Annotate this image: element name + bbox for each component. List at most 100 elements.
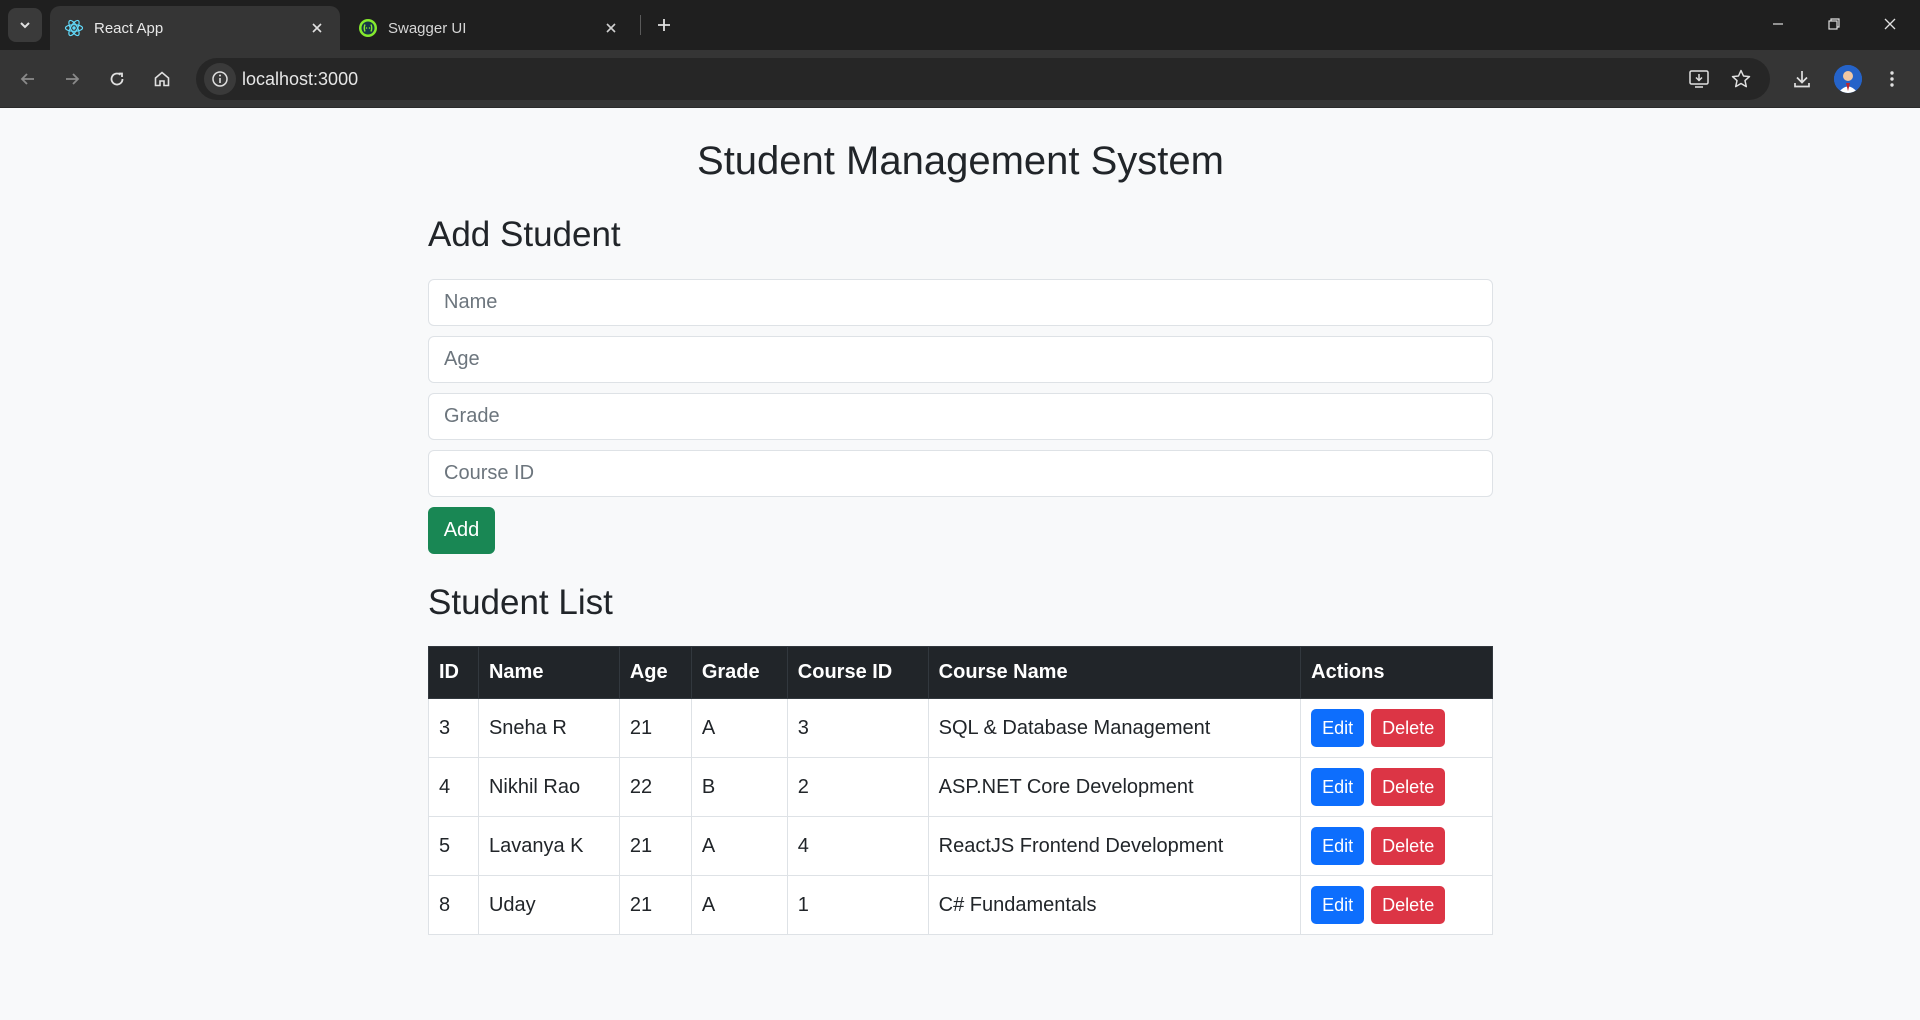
- back-button[interactable]: [10, 61, 46, 97]
- column-header-id: ID: [428, 646, 479, 699]
- column-header-actions: Actions: [1300, 646, 1493, 699]
- edit-button[interactable]: Edit: [1311, 709, 1365, 747]
- cell-course-name: SQL & Database Management: [927, 698, 1302, 758]
- tab-react-app[interactable]: React App: [50, 6, 340, 50]
- close-tab-icon[interactable]: [306, 17, 328, 39]
- tab-title: Swagger UI: [388, 19, 467, 37]
- tab-separator: [640, 15, 641, 35]
- cell-id: 5: [428, 816, 479, 876]
- cell-course-name: C# Fundamentals: [927, 875, 1302, 935]
- table-row: 5 Lavanya K 21 A 4 ReactJS Frontend Deve…: [428, 816, 1493, 876]
- url-text[interactable]: localhost:3000: [242, 69, 358, 90]
- star-icon: [1731, 69, 1751, 88]
- close-tab-icon[interactable]: [600, 17, 622, 39]
- cell-age: 22: [618, 757, 692, 817]
- info-icon: [212, 71, 228, 87]
- cell-course-id: 4: [786, 816, 929, 876]
- arrow-left-icon: [20, 73, 34, 85]
- reload-button[interactable]: [99, 61, 135, 97]
- cell-id: 4: [428, 757, 479, 817]
- cell-course-id: 3: [786, 698, 929, 758]
- cell-name: Nikhil Rao: [477, 757, 620, 817]
- new-tab-button[interactable]: [650, 11, 678, 39]
- cell-age: 21: [618, 698, 692, 758]
- arrow-right-icon: [66, 73, 80, 85]
- student-table: ID Name Age Grade Course ID Course Name …: [428, 646, 1493, 935]
- name-input[interactable]: [428, 279, 1493, 326]
- cell-name: Sneha R: [477, 698, 620, 758]
- age-input[interactable]: [428, 336, 1493, 383]
- avatar-icon: [1834, 65, 1862, 93]
- swagger-icon: [358, 18, 378, 38]
- home-icon: [154, 71, 170, 87]
- table-row: 8 Uday 21 A 1 C# Fundamentals Edit Delete: [428, 875, 1493, 935]
- course-id-input[interactable]: [428, 450, 1493, 497]
- table-header-row: ID Name Age Grade Course ID Course Name …: [428, 646, 1493, 699]
- minimize-button[interactable]: [1750, 0, 1806, 48]
- column-header-age: Age: [618, 646, 692, 699]
- add-student-heading: Add Student: [428, 215, 621, 254]
- cell-course-id: 2: [786, 757, 929, 817]
- column-header-course-name: Course Name: [927, 646, 1302, 699]
- minimize-icon: [1773, 23, 1783, 25]
- profile-avatar[interactable]: [1834, 65, 1862, 93]
- edit-button[interactable]: Edit: [1311, 886, 1365, 924]
- menu-button[interactable]: [1874, 61, 1910, 97]
- more-vert-icon: [1890, 71, 1894, 87]
- grade-input[interactable]: [428, 393, 1493, 440]
- delete-button[interactable]: Delete: [1371, 827, 1446, 865]
- forward-button[interactable]: [54, 61, 90, 97]
- home-button[interactable]: [144, 61, 180, 97]
- restore-button[interactable]: [1806, 0, 1862, 48]
- cell-grade: A: [690, 698, 788, 758]
- react-icon: [64, 18, 84, 38]
- cell-id: 8: [428, 875, 479, 935]
- cell-course-name: ASP.NET Core Development: [927, 757, 1302, 817]
- tab-title: React App: [94, 19, 164, 37]
- cell-id: 3: [428, 698, 479, 758]
- table-row: 3 Sneha R 21 A 3 SQL & Database Manageme…: [428, 698, 1493, 758]
- install-icon: [1689, 70, 1709, 88]
- tab-search-button[interactable]: [8, 8, 42, 42]
- downloads-button[interactable]: [1784, 61, 1820, 97]
- cell-actions: Edit Delete: [1300, 816, 1493, 876]
- delete-button[interactable]: Delete: [1371, 709, 1446, 747]
- site-info-button[interactable]: [204, 63, 236, 95]
- cell-actions: Edit Delete: [1300, 757, 1493, 817]
- column-header-name: Name: [477, 646, 620, 699]
- tab-swagger-ui[interactable]: Swagger UI: [344, 6, 634, 50]
- cell-grade: A: [690, 875, 788, 935]
- close-icon: [1884, 18, 1896, 30]
- delete-button[interactable]: Delete: [1371, 886, 1446, 924]
- cell-age: 21: [618, 875, 692, 935]
- cell-actions: Edit Delete: [1300, 875, 1493, 935]
- browser-tab-bar: React App Swagger UI: [0, 0, 1920, 50]
- plus-icon: [658, 19, 670, 31]
- add-button[interactable]: Add: [428, 507, 495, 554]
- chevron-down-icon: [20, 22, 30, 29]
- download-icon: [1794, 71, 1810, 88]
- edit-button[interactable]: Edit: [1311, 827, 1365, 865]
- page-content: Student Management System Add Student Ad…: [0, 109, 1920, 1020]
- edit-button[interactable]: Edit: [1311, 768, 1365, 806]
- cell-grade: A: [690, 816, 788, 876]
- cell-age: 21: [618, 816, 692, 876]
- cell-name: Lavanya K: [477, 816, 620, 876]
- reload-icon: [110, 72, 124, 86]
- bookmark-button[interactable]: [1726, 64, 1756, 94]
- page-title: Student Management System: [697, 139, 1224, 183]
- cell-name: Uday: [477, 875, 620, 935]
- delete-button[interactable]: Delete: [1371, 768, 1446, 806]
- table-row: 4 Nikhil Rao 22 B 2 ASP.NET Core Develop…: [428, 757, 1493, 817]
- restore-icon: [1828, 18, 1840, 30]
- column-header-course-id: Course ID: [786, 646, 929, 699]
- install-app-button[interactable]: [1684, 64, 1714, 94]
- cell-course-id: 1: [786, 875, 929, 935]
- close-window-button[interactable]: [1862, 0, 1918, 48]
- cell-grade: B: [690, 757, 788, 817]
- address-bar[interactable]: localhost:3000: [196, 58, 1770, 100]
- browser-toolbar: localhost:3000: [0, 50, 1920, 108]
- student-list-heading: Student List: [428, 583, 613, 622]
- cell-course-name: ReactJS Frontend Development: [927, 816, 1302, 876]
- cell-actions: Edit Delete: [1300, 698, 1493, 758]
